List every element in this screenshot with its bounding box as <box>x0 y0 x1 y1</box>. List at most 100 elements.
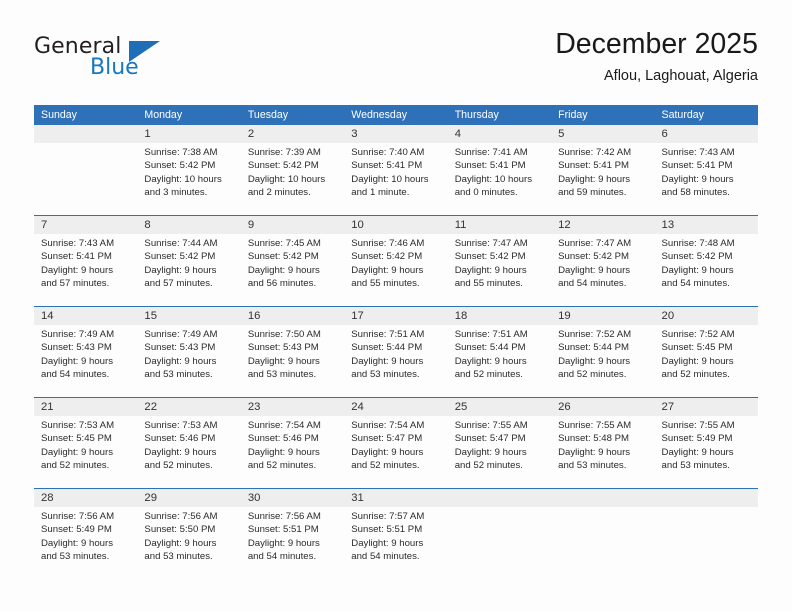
day-number: 14 <box>41 310 54 322</box>
day-number: 8 <box>144 219 151 231</box>
weekday-header-saturday: Saturday <box>661 109 704 121</box>
day-number <box>662 489 752 507</box>
calendar-day-cell[interactable]: 2 Sunrise: 7:39 AM Sunset: 5:42 PM Daylig… <box>241 125 344 215</box>
calendar-day-cell[interactable]: 13 Sunrise: 7:48 AM Sunset: 5:42 PM Dayli… <box>655 216 758 306</box>
sun-times-info: Sunrise: 7:43 AM Sunset: 5:41 PM Dayligh… <box>41 238 115 289</box>
calendar-day-cell[interactable]: 18 Sunrise: 7:51 AM Sunset: 5:44 PM Dayli… <box>448 307 551 397</box>
calendar-week-row: 14 Sunrise: 7:49 AM Sunset: 5:43 PM Dayli… <box>34 306 758 397</box>
day-number <box>558 489 648 507</box>
day-number: 30 <box>247 492 261 504</box>
day-number: 17 <box>351 310 364 322</box>
day-number: 16 <box>247 310 261 322</box>
calendar-page: General Blue December 2025 Aflou, Laghou… <box>0 0 792 612</box>
sun-times-info: Sunrise: 7:55 AM Sunset: 5:47 PM Dayligh… <box>454 420 528 471</box>
day-number: 21 <box>41 401 54 413</box>
sun-times-info: Sunrise: 7:56 AM Sunset: 5:50 PM Dayligh… <box>144 511 218 562</box>
sun-times-info: Sunrise: 7:53 AM Sunset: 5:46 PM Dayligh… <box>144 420 218 471</box>
sun-times-info: Sunrise: 7:57 AM Sunset: 5:51 PM Dayligh… <box>351 511 425 562</box>
calendar-day-cell[interactable]: 26 Sunrise: 7:55 AM Sunset: 5:48 PM Dayli… <box>551 398 654 488</box>
day-number: 10 <box>351 219 364 231</box>
calendar-day-cell[interactable]: 24 Sunrise: 7:54 AM Sunset: 5:47 PM Dayli… <box>344 398 447 488</box>
sun-times-info: Sunrise: 7:51 AM Sunset: 5:44 PM Dayligh… <box>351 329 425 380</box>
day-number: 26 <box>558 401 571 413</box>
weekday-header-wednesday: Wednesday <box>351 109 408 121</box>
calendar-day-cell[interactable]: 29 Sunrise: 7:56 AM Sunset: 5:50 PM Dayli… <box>137 489 240 579</box>
sun-times-info: Sunrise: 7:53 AM Sunset: 5:45 PM Dayligh… <box>41 420 115 471</box>
calendar-day-cell[interactable]: 7 Sunrise: 7:43 AM Sunset: 5:41 PM Daylig… <box>34 216 137 306</box>
day-number <box>455 489 545 507</box>
calendar-day-cell[interactable]: 31 Sunrise: 7:57 AM Sunset: 5:51 PM Dayli… <box>344 489 447 579</box>
calendar-day-cell[interactable]: 28 Sunrise: 7:56 AM Sunset: 5:49 PM Dayli… <box>34 489 137 579</box>
calendar-day-cell[interactable]: 23 Sunrise: 7:54 AM Sunset: 5:46 PM Dayli… <box>241 398 344 488</box>
day-number: 3 <box>351 128 358 140</box>
day-number: 23 <box>247 401 261 413</box>
calendar-day-cell[interactable]: 10 Sunrise: 7:46 AM Sunset: 5:42 PM Dayli… <box>344 216 447 306</box>
calendar-day-cell[interactable]: 16 Sunrise: 7:50 AM Sunset: 5:43 PM Dayli… <box>241 307 344 397</box>
calendar-day-cell[interactable]: 4 Sunrise: 7:41 AM Sunset: 5:41 PM Daylig… <box>448 125 551 215</box>
calendar-day-cell[interactable]: 12 Sunrise: 7:47 AM Sunset: 5:42 PM Dayli… <box>551 216 654 306</box>
weekday-header-monday: Monday <box>144 109 183 121</box>
weekday-header-sunday: Sunday <box>41 109 77 121</box>
day-number: 24 <box>351 401 364 413</box>
calendar-day-cell[interactable]: 5 Sunrise: 7:42 AM Sunset: 5:41 PM Daylig… <box>551 125 654 215</box>
general-blue-logo[interactable]: General Blue <box>34 34 224 86</box>
day-number: 5 <box>558 128 565 140</box>
calendar-day-cell[interactable]: 6 Sunrise: 7:43 AM Sunset: 5:41 PM Daylig… <box>655 125 758 215</box>
sun-times-info: Sunrise: 7:47 AM Sunset: 5:42 PM Dayligh… <box>454 238 528 289</box>
weekday-header-thursday: Thursday <box>454 109 499 121</box>
week-cells: 14 Sunrise: 7:49 AM Sunset: 5:43 PM Dayli… <box>34 307 758 397</box>
sun-times-info: Sunrise: 7:49 AM Sunset: 5:43 PM Dayligh… <box>41 329 115 380</box>
sun-times-info: Sunrise: 7:50 AM Sunset: 5:43 PM Dayligh… <box>247 329 321 380</box>
calendar-day-cell[interactable]: 1 Sunrise: 7:38 AM Sunset: 5:42 PM Daylig… <box>137 125 240 215</box>
sun-times-info: Sunrise: 7:54 AM Sunset: 5:46 PM Dayligh… <box>247 420 321 471</box>
day-number: 9 <box>247 219 255 231</box>
calendar-day-cell[interactable]: 3 Sunrise: 7:40 AM Sunset: 5:41 PM Daylig… <box>344 125 447 215</box>
calendar-day-cell[interactable]: 14 Sunrise: 7:49 AM Sunset: 5:43 PM Dayli… <box>34 307 137 397</box>
day-number: 22 <box>144 401 157 413</box>
calendar-cell-empty <box>34 125 137 215</box>
calendar-day-cell[interactable]: 20 Sunrise: 7:52 AM Sunset: 5:45 PM Dayli… <box>655 307 758 397</box>
sun-times-info: Sunrise: 7:46 AM Sunset: 5:42 PM Dayligh… <box>351 238 425 289</box>
sun-times-info: Sunrise: 7:41 AM Sunset: 5:41 PM Dayligh… <box>454 147 533 198</box>
calendar-day-cell[interactable]: 21 Sunrise: 7:53 AM Sunset: 5:45 PM Dayli… <box>34 398 137 488</box>
day-number <box>41 125 131 143</box>
calendar-day-cell[interactable]: 15 Sunrise: 7:49 AM Sunset: 5:43 PM Dayli… <box>137 307 240 397</box>
calendar-week-row: 21 Sunrise: 7:53 AM Sunset: 5:45 PM Dayli… <box>34 397 758 488</box>
sun-times-info: Sunrise: 7:56 AM Sunset: 5:49 PM Dayligh… <box>41 511 115 562</box>
day-number: 4 <box>454 128 461 140</box>
calendar-day-cell[interactable]: 27 Sunrise: 7:55 AM Sunset: 5:49 PM Dayli… <box>655 398 758 488</box>
weekday-header-tuesday: Tuesday <box>247 109 289 121</box>
calendar-cell-empty <box>655 489 758 579</box>
calendar-day-cell[interactable]: 22 Sunrise: 7:53 AM Sunset: 5:46 PM Dayli… <box>137 398 240 488</box>
sun-times-info: Sunrise: 7:43 AM Sunset: 5:41 PM Dayligh… <box>661 147 735 198</box>
sun-times-info: Sunrise: 7:54 AM Sunset: 5:47 PM Dayligh… <box>351 420 425 471</box>
day-number: 20 <box>661 310 675 322</box>
sun-times-info: Sunrise: 7:56 AM Sunset: 5:51 PM Dayligh… <box>247 511 321 562</box>
calendar-week-row: 28 Sunrise: 7:56 AM Sunset: 5:49 PM Dayli… <box>34 488 758 579</box>
sun-times-info: Sunrise: 7:51 AM Sunset: 5:44 PM Dayligh… <box>454 329 528 380</box>
weekday-header-friday: Friday <box>558 109 588 121</box>
day-number: 13 <box>661 219 675 231</box>
day-number: 19 <box>558 310 571 322</box>
calendar-day-cell[interactable]: 11 Sunrise: 7:47 AM Sunset: 5:42 PM Dayli… <box>448 216 551 306</box>
calendar-day-cell[interactable]: 17 Sunrise: 7:51 AM Sunset: 5:44 PM Dayli… <box>344 307 447 397</box>
calendar-day-cell[interactable]: 25 Sunrise: 7:55 AM Sunset: 5:47 PM Dayli… <box>448 398 551 488</box>
calendar-cell-empty <box>551 489 654 579</box>
sun-times-info: Sunrise: 7:52 AM Sunset: 5:45 PM Dayligh… <box>661 329 735 380</box>
calendar-day-cell[interactable]: 30 Sunrise: 7:56 AM Sunset: 5:51 PM Dayli… <box>241 489 344 579</box>
day-number: 12 <box>558 219 571 231</box>
sun-times-info: Sunrise: 7:45 AM Sunset: 5:42 PM Dayligh… <box>247 238 321 289</box>
page-header: General Blue December 2025 Aflou, Laghou… <box>0 0 792 100</box>
title-block: December 2025 Aflou, Laghouat, Algeria <box>555 28 758 85</box>
weekday-header-row: Sunday Monday Tuesday Wednesday Thursday Frid… <box>34 105 758 125</box>
calendar-day-cell[interactable]: 9 Sunrise: 7:45 AM Sunset: 5:42 PM Daylig… <box>241 216 344 306</box>
page-title: December 2025 <box>555 28 758 60</box>
page-subtitle: Aflou, Laghouat, Algeria <box>604 67 758 84</box>
calendar-day-cell[interactable]: 8 Sunrise: 7:44 AM Sunset: 5:42 PM Daylig… <box>137 216 240 306</box>
calendar-day-cell[interactable]: 19 Sunrise: 7:52 AM Sunset: 5:44 PM Dayli… <box>551 307 654 397</box>
day-number: 25 <box>454 401 468 413</box>
day-number: 28 <box>41 492 54 504</box>
day-number: 2 <box>247 128 255 140</box>
week-cells: 21 Sunrise: 7:53 AM Sunset: 5:45 PM Dayli… <box>34 398 758 488</box>
calendar-week-row: 1 Sunrise: 7:38 AM Sunset: 5:42 PM Daylig… <box>34 125 758 215</box>
